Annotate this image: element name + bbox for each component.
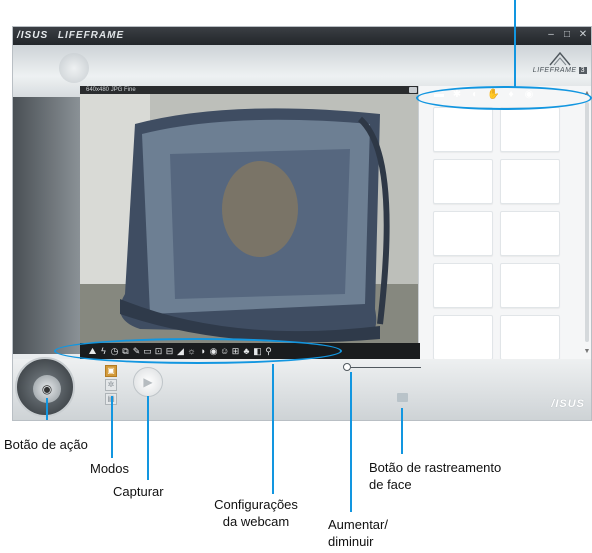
webcam-settings-label-line1: Configurações (214, 497, 298, 512)
asus-logo: /ISUS (17, 30, 49, 41)
face-tracking-label-line2: de face (369, 477, 412, 492)
title-bar: /ISUS LIFEFRAME – □ ✕ (13, 27, 591, 45)
thumbnail-slot[interactable] (433, 107, 493, 152)
thumbnail-grid (433, 107, 560, 360)
gallery-toolbar-highlight (416, 86, 592, 110)
modes-callout-line (111, 396, 113, 458)
modes-label: Modos (90, 461, 130, 476)
settings-callout-line (272, 364, 274, 494)
zoom-label-line1: Aumentar/ (328, 517, 388, 532)
scroll-thumb[interactable] (585, 102, 589, 342)
lifeframe-version: 3 (578, 67, 587, 74)
thumbnail-slot[interactable] (433, 315, 493, 360)
capture-label: Capturar (113, 484, 164, 499)
zoom-callout-line (350, 372, 352, 512)
settings-bar-highlight (54, 338, 342, 364)
zoom-label: Aumentar/ diminuir (328, 516, 388, 550)
app-brand: /ISUS LIFEFRAME (17, 30, 124, 41)
webcam-settings-label-line2: da webcam (222, 514, 290, 529)
lifeframe-logo: LIFEFRAME 3 (533, 49, 587, 74)
zoom-label-line2: diminuir (328, 534, 374, 549)
zoom-slider[interactable] (343, 362, 433, 372)
close-button[interactable]: ✕ (577, 29, 589, 41)
left-side-panel (13, 97, 80, 354)
thumbnail-slot[interactable] (500, 263, 560, 308)
thumbnail-slot[interactable] (433, 211, 493, 256)
webcam-preview: 640x480 JPG Fine (80, 86, 420, 359)
face-callout-line (401, 408, 403, 454)
resolution-text: 640x480 JPG Fine (86, 87, 136, 93)
zoom-handle[interactable] (343, 363, 351, 371)
zoom-track[interactable] (351, 367, 421, 368)
thumbnail-slot[interactable] (500, 107, 560, 152)
restore-button[interactable]: □ (561, 29, 573, 41)
action-button[interactable]: ◉ (15, 357, 75, 417)
webcam-settings-label: Configurações da webcam (203, 496, 309, 530)
scroll-down-icon[interactable]: ▼ (583, 348, 591, 355)
header-decoration-icon (59, 53, 89, 83)
thumbnail-slot[interactable] (500, 211, 560, 256)
thumbnail-slot[interactable] (500, 159, 560, 204)
mosaic-sculpture-image (80, 94, 420, 347)
bottom-control-bar: ◉ ▣✲▤ ▶ /ISUS (13, 357, 591, 420)
camera-mode-icon[interactable]: ▣ (105, 365, 117, 377)
gallery-toolbar-callout-line (514, 0, 516, 87)
gallery-scrollbar[interactable]: ▲ ▼ (583, 90, 591, 358)
thumbnail-slot[interactable] (500, 315, 560, 360)
action-button-label: Botão de ação (4, 437, 88, 452)
capture-callout-line (147, 396, 149, 480)
thumbnail-slot[interactable] (433, 159, 493, 204)
preview-image (80, 94, 420, 347)
lifeframe-logo-text: LIFEFRAME (532, 67, 577, 74)
photo-gallery: ▬ ✱ ◐ ✋ ♦ ◉ ▲ ▼ (418, 86, 591, 361)
lifeframe-diagram: /ISUS LIFEFRAME – □ ✕ LIFEFRAME 3 640x480… (0, 0, 592, 553)
settings-mode-icon[interactable]: ✲ (105, 379, 117, 391)
face-tracking-label: Botão de rastreamento de face (369, 459, 501, 493)
minimize-button[interactable]: – (545, 29, 557, 41)
lifeframe-swoosh-icon (549, 51, 571, 66)
action-callout-line (46, 398, 48, 420)
app-name: LIFEFRAME (57, 30, 125, 41)
resolution-label: 640x480 JPG Fine (80, 86, 420, 94)
face-tracking-button[interactable] (397, 393, 408, 402)
capture-button[interactable]: ▶ (133, 367, 163, 397)
camera-small-icon[interactable] (409, 87, 417, 93)
asus-footer-logo: /ISUS (551, 398, 585, 410)
thumbnail-slot[interactable] (433, 263, 493, 308)
face-tracking-label-line1: Botão de rastreamento (369, 460, 502, 475)
